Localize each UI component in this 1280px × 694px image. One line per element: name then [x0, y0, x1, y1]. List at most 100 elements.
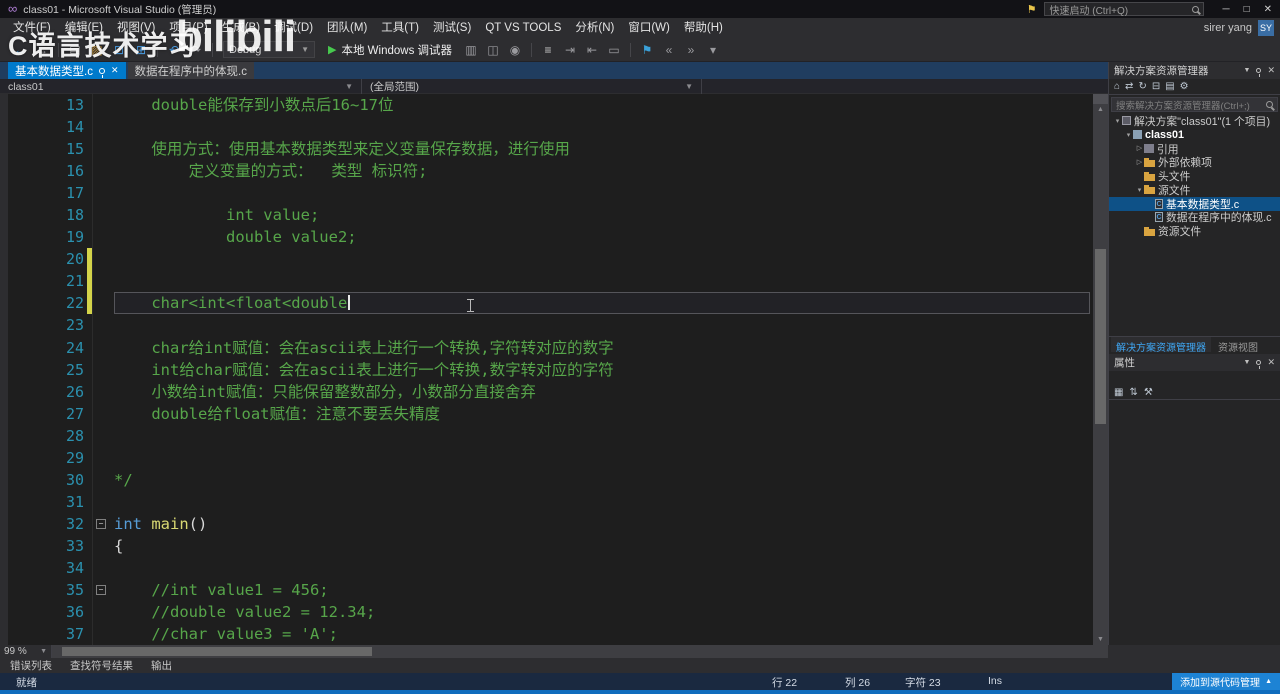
chevron-collapsed-icon[interactable]: ▷ [1135, 144, 1144, 152]
project-dropdown[interactable]: class01 ▼ [0, 79, 362, 94]
close-icon[interactable]: ✕ [111, 65, 119, 76]
home-icon[interactable]: ⌂ [1114, 81, 1120, 92]
tab-document[interactable]: 数据在程序中的体现.c [127, 62, 254, 79]
nav-forward-icon[interactable]: → [32, 43, 52, 57]
minimize-button[interactable]: ─ [1222, 4, 1229, 15]
menu-item[interactable]: 帮助(H) [677, 18, 730, 38]
solution-config-combo[interactable]: Debug ▼ [223, 41, 315, 58]
refresh-icon[interactable]: ↻ [1138, 81, 1146, 92]
comment-icon[interactable]: ▭ [604, 43, 624, 57]
code-line[interactable]: 32 − int main() [8, 513, 1093, 535]
menu-item[interactable]: 视图(V) [110, 18, 162, 38]
breakpoint-icon[interactable]: ◉ [505, 43, 525, 57]
splitter-grip[interactable] [1093, 94, 1108, 104]
code-line[interactable]: 16 定义变量的方式： 类型 标识符; [8, 160, 1093, 182]
panel-close-icon[interactable]: ✕ [1267, 357, 1275, 368]
maximize-button[interactable]: □ [1244, 4, 1250, 15]
alphabetical-icon[interactable]: ⇅ [1129, 387, 1137, 398]
code-line[interactable]: 26 小数给int赋值：只能保留整数部分，小数部分直接舍弃 [8, 381, 1093, 403]
attach-process-icon[interactable]: ◫ [483, 43, 503, 57]
chevron-expanded-icon[interactable]: ▾ [1113, 117, 1122, 125]
tree-item[interactable]: 头文件 [1109, 169, 1280, 183]
indent-icon[interactable]: ⇥ [560, 43, 580, 57]
scroll-down-icon[interactable]: ▼ [1093, 636, 1108, 643]
redo-icon[interactable]: ↷ [186, 43, 206, 57]
tree-item[interactable]: ▾ 解决方案"class01"(1 个项目) [1109, 114, 1280, 128]
save-all-icon[interactable]: ⊞ [131, 43, 151, 57]
code-line[interactable]: 23 [8, 314, 1093, 336]
code-line[interactable]: 27 double给float赋值：注意不要丢失精度 [8, 403, 1093, 425]
scope-dropdown[interactable]: (全局范围) ▼ [362, 79, 702, 94]
code-line[interactable]: 17 [8, 182, 1093, 204]
code-editor[interactable]: 13 double能保存到小数点后16~17位 14 15 使用方式：使用基本数据类… [8, 94, 1093, 645]
code-line[interactable]: 25 int给char赋值：会在ascii表上进行一个转换,数字转对应的字符 [8, 359, 1093, 381]
window-position-icon[interactable]: ▼ [1244, 359, 1251, 366]
chevron-expanded-icon[interactable]: ▾ [1135, 186, 1144, 194]
tree-item[interactable]: ▷ 外部依赖项 [1109, 155, 1280, 169]
menu-item[interactable]: 团队(M) [320, 18, 374, 38]
code-line[interactable]: 18 int value; [8, 204, 1093, 226]
user-name[interactable]: sirer yang [1204, 22, 1252, 34]
tree-item[interactable]: C 基本数据类型.c [1109, 196, 1280, 211]
menu-item[interactable]: 项目(P) [162, 18, 214, 38]
vertical-scroll-thumb[interactable] [1095, 249, 1106, 424]
scroll-up-icon[interactable]: ▲ [1093, 106, 1108, 113]
menu-item[interactable]: QT VS TOOLS [478, 18, 568, 38]
prev-bookmark-icon[interactable]: « [659, 43, 679, 57]
start-debug-button[interactable]: ▶ 本地 Windows 调试器 [321, 40, 459, 60]
code-line[interactable]: 14 [8, 116, 1093, 138]
tree-item[interactable]: C 数据在程序中的体现.c [1109, 211, 1280, 224]
categorized-icon[interactable]: ▦ [1114, 387, 1123, 398]
code-line[interactable]: 21 [8, 270, 1093, 293]
window-position-icon[interactable]: ▼ [1244, 67, 1251, 74]
show-all-files-icon[interactable]: ▤ [1165, 81, 1174, 92]
code-line[interactable]: 33 { [8, 535, 1093, 557]
properties-icon[interactable]: ⚙ [1180, 81, 1189, 92]
close-button[interactable]: ✕ [1264, 4, 1272, 15]
pin-icon[interactable] [98, 67, 105, 78]
solution-explorer-search[interactable]: 搜索解决方案资源管理器(Ctrl+;) [1111, 97, 1278, 112]
nav-backward-icon[interactable]: ← [10, 43, 30, 57]
new-file-icon[interactable]: ▤ [65, 43, 85, 57]
outdent-icon[interactable]: ⇤ [582, 43, 602, 57]
tree-item[interactable]: ▷ 引用 [1109, 142, 1280, 156]
tool-window-tab[interactable]: 输出 [151, 658, 172, 673]
menu-item[interactable]: 调试(D) [267, 18, 320, 38]
panel-tab[interactable]: 解决方案资源管理器 [1111, 337, 1211, 354]
find-in-files-icon[interactable]: ≡ [538, 43, 558, 57]
code-line[interactable]: 24 char给int赋值：会在ascii表上进行一个转换,字符转对应的数字 [8, 337, 1093, 359]
toolbar-overflow-icon[interactable]: ▾ [703, 43, 723, 57]
editor-horizontal-scrollbar[interactable] [52, 645, 1108, 658]
code-line[interactable]: 20 [8, 248, 1093, 271]
tab-active-document[interactable]: 基本数据类型.c ✕ [8, 62, 126, 79]
code-line-current[interactable]: 22 char<int<float<double [8, 292, 1093, 315]
code-line[interactable]: 28 [8, 425, 1093, 447]
zoom-dropdown[interactable]: 99 % ▼ [0, 645, 52, 658]
menu-item[interactable]: 生成(B) [215, 18, 267, 38]
menu-item[interactable]: 分析(N) [568, 18, 621, 38]
code-line[interactable]: 34 [8, 557, 1093, 579]
next-bookmark-icon[interactable]: » [681, 43, 701, 57]
code-line[interactable]: 13 double能保存到小数点后16~17位 [8, 94, 1093, 116]
code-line[interactable]: 19 double value2; [8, 226, 1093, 248]
fold-collapse-icon[interactable]: − [96, 585, 106, 596]
panel-tab[interactable]: 资源视图 [1213, 337, 1263, 354]
tree-item[interactable]: ▾ class01 [1109, 128, 1280, 142]
code-line[interactable]: 37 //char value3 = 'A'; [8, 623, 1093, 645]
code-line[interactable]: 31 [8, 491, 1093, 513]
tree-item[interactable]: ▾ 源文件 [1109, 183, 1280, 197]
chevron-collapsed-icon[interactable]: ▷ [1135, 158, 1144, 166]
collapse-all-icon[interactable]: ⊟ [1152, 81, 1160, 92]
member-dropdown[interactable] [702, 79, 1108, 94]
notifications-flag-icon[interactable]: ⚑ [1027, 3, 1037, 16]
add-to-source-control-button[interactable]: 添加到源代码管理 ▲ [1172, 673, 1280, 690]
quick-launch-search[interactable]: 快速启动 (Ctrl+Q) [1044, 2, 1205, 17]
solution-platform-icon[interactable]: ▥ [461, 43, 481, 57]
menu-item[interactable]: 测试(S) [426, 18, 478, 38]
user-avatar[interactable]: SY [1258, 20, 1274, 36]
menu-item[interactable]: 窗口(W) [621, 18, 677, 38]
panel-close-icon[interactable]: ✕ [1267, 65, 1275, 76]
code-line[interactable]: 29 [8, 447, 1093, 469]
editor-vertical-scrollbar[interactable]: ▲ ▼ [1093, 94, 1108, 645]
code-line[interactable]: 30 */ [8, 469, 1093, 491]
